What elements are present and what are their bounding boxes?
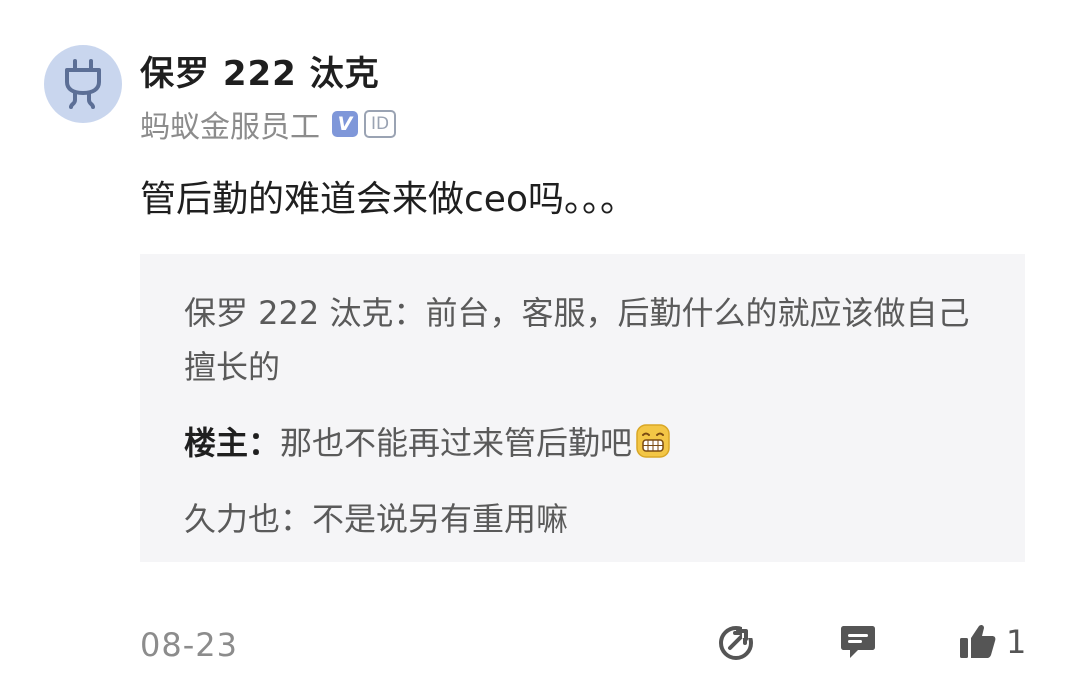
reply-author[interactable]: 久力也： bbox=[184, 500, 312, 538]
reply-item[interactable]: 保罗 222 汰克：前台，客服，后勤什么的就应该做自己擅长的 bbox=[184, 286, 984, 394]
plug-icon bbox=[65, 59, 101, 109]
comment-text: 管后勤的难道会来做ceo吗。。。 bbox=[140, 179, 636, 220]
reply-item[interactable]: 久力也：不是说另有重用嘛 bbox=[184, 492, 984, 546]
avatar[interactable] bbox=[44, 45, 122, 123]
reply-content: 那也不能再过来管后勤吧 bbox=[280, 424, 633, 462]
grinning-emoji-icon bbox=[634, 422, 672, 476]
comment-button[interactable] bbox=[838, 620, 878, 664]
comment-icon bbox=[841, 626, 875, 658]
username[interactable]: 保罗 222 汰克 bbox=[140, 46, 380, 95]
replies-box[interactable]: 保罗 222 汰克：前台，客服，后勤什么的就应该做自己擅长的 楼主：那也不能再过… bbox=[140, 254, 1025, 562]
share-button[interactable] bbox=[716, 620, 756, 664]
like-button[interactable]: 1 bbox=[958, 620, 1026, 664]
reply-content: 不是说另有重用嘛 bbox=[312, 500, 569, 538]
id-badge: ID bbox=[364, 110, 397, 138]
user-meta: 蚂蚁金服员工 V ID bbox=[140, 104, 397, 145]
comment-date: 08-23 bbox=[140, 626, 238, 664]
verified-badge: V bbox=[332, 111, 358, 137]
reply-item[interactable]: 楼主：那也不能再过来管后勤吧 bbox=[184, 416, 984, 476]
reply-author[interactable]: 保罗 222 汰克： bbox=[184, 294, 425, 332]
thumbs-up-icon bbox=[960, 624, 996, 658]
comment-card: 保罗 222 汰克 蚂蚁金服员工 V ID 管后勤的难道会来做ceo吗。。。 保… bbox=[0, 0, 1080, 691]
share-icon bbox=[719, 624, 756, 660]
company-label: 蚂蚁金服员工 bbox=[140, 110, 320, 145]
like-count: 1 bbox=[1006, 623, 1027, 661]
reply-author[interactable]: 楼主： bbox=[184, 424, 280, 462]
